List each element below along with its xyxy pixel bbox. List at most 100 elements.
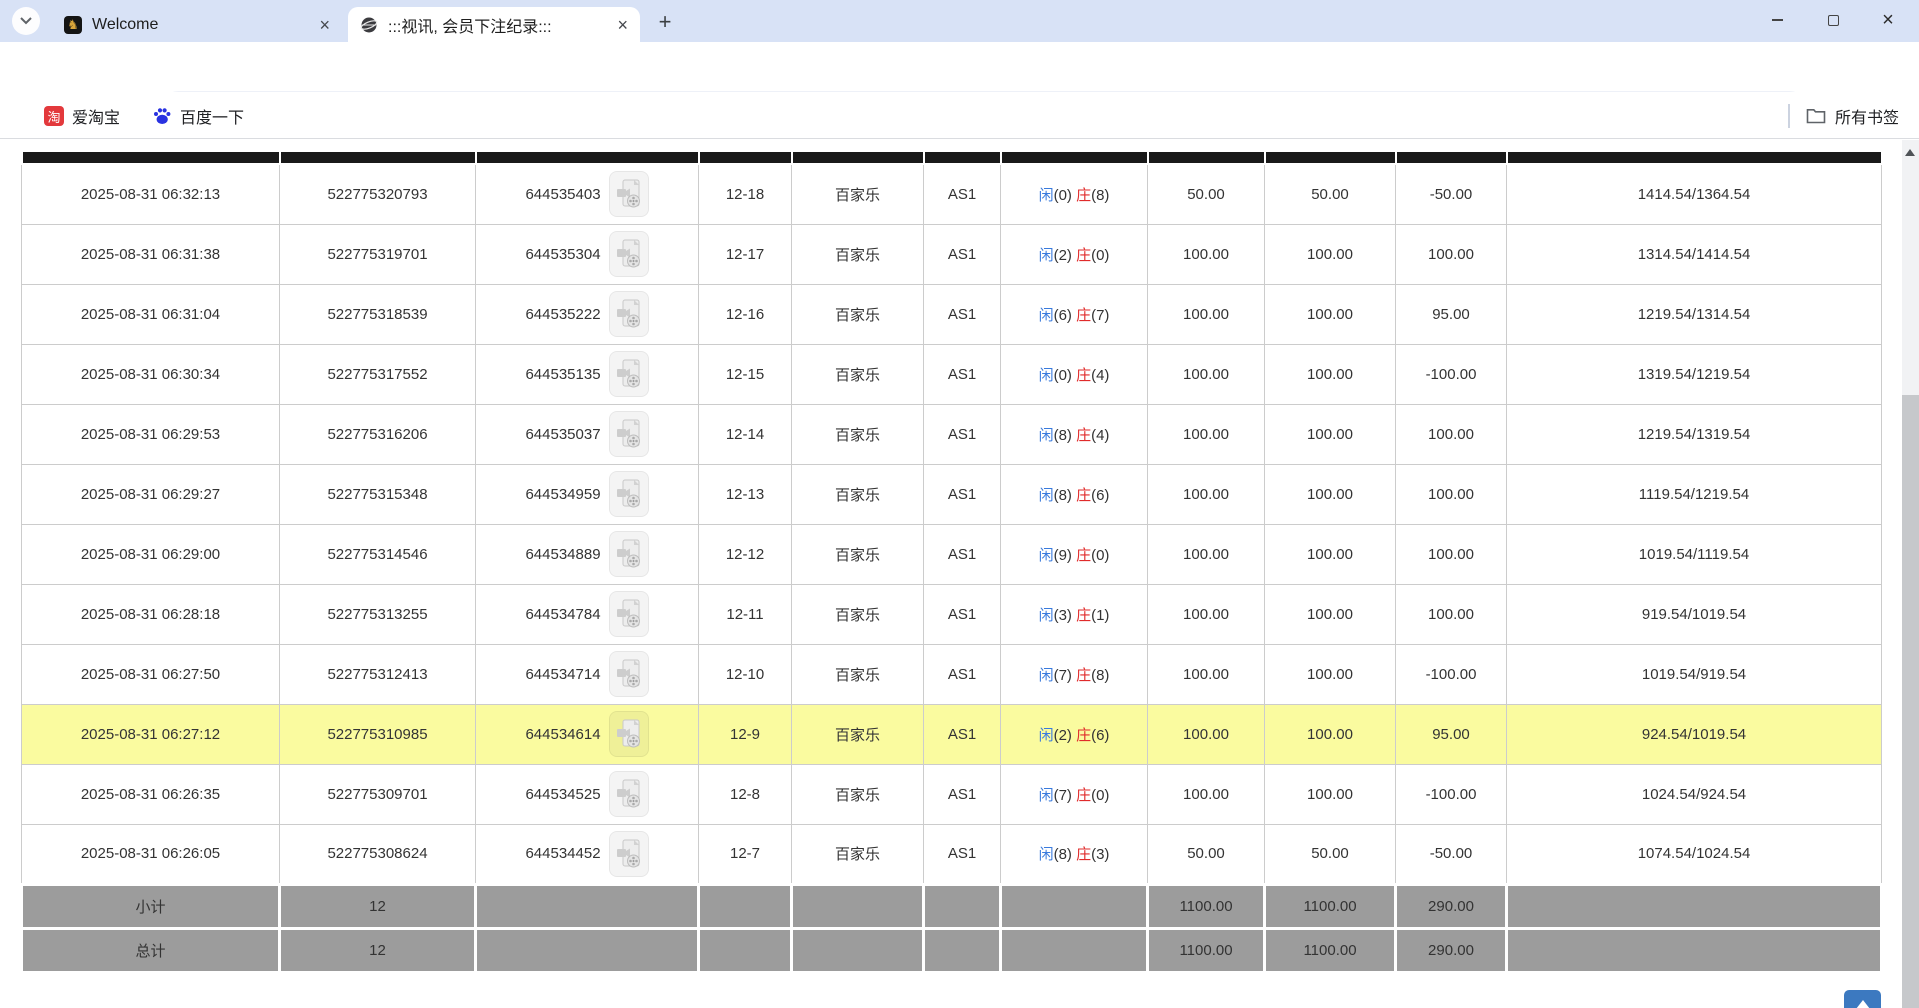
cell-bet-amount[interactable]: 100.00: [1148, 464, 1265, 524]
cell-bet-time[interactable]: 2025-08-31 06:30:34: [22, 344, 280, 404]
tab-search-button[interactable]: [12, 7, 40, 35]
summary-empty[interactable]: [699, 884, 792, 928]
cell-valid-amount[interactable]: 50.00: [1265, 824, 1396, 884]
table-row[interactable]: 2025-08-31 06:31:04522775318539644535222…: [22, 284, 1882, 344]
summary-empty[interactable]: [476, 928, 699, 972]
summary-empty[interactable]: [1001, 884, 1148, 928]
header-cell[interactable]: [699, 151, 792, 164]
cell-game-id[interactable]: 644534784: [476, 584, 699, 644]
summary-empty[interactable]: [792, 928, 924, 972]
cell-game-id[interactable]: 644534714: [476, 644, 699, 704]
summary-bet-total[interactable]: 1100.00: [1148, 928, 1265, 972]
cell-table[interactable]: AS1: [924, 164, 1001, 224]
window-minimize-button[interactable]: [1757, 5, 1797, 35]
cell-bet-amount[interactable]: 100.00: [1148, 404, 1265, 464]
cell-round[interactable]: 12-9: [699, 704, 792, 764]
video-replay-button[interactable]: [609, 231, 649, 277]
cell-game-id[interactable]: 644534525: [476, 764, 699, 824]
cell-win-loss[interactable]: -50.00: [1396, 824, 1507, 884]
summary-empty[interactable]: [476, 884, 699, 928]
summary-label[interactable]: 小计: [22, 884, 280, 928]
table-row[interactable]: 2025-08-31 06:32:13522775320793644535403…: [22, 164, 1882, 224]
cell-round[interactable]: 12-18: [699, 164, 792, 224]
cell-win-loss[interactable]: 95.00: [1396, 284, 1507, 344]
video-replay-button[interactable]: [609, 831, 649, 877]
cell-valid-amount[interactable]: 100.00: [1265, 464, 1396, 524]
cell-result[interactable]: 闲(0) 庄(8): [1001, 164, 1148, 224]
header-cell[interactable]: [1148, 151, 1265, 164]
cell-game-type[interactable]: 百家乐: [792, 284, 924, 344]
scrollbar-up-arrow-icon[interactable]: [1905, 149, 1915, 156]
cell-valid-amount[interactable]: 100.00: [1265, 344, 1396, 404]
all-bookmarks-button[interactable]: 所有书签: [1806, 103, 1899, 129]
cell-win-loss[interactable]: -100.00: [1396, 344, 1507, 404]
cell-bet-time[interactable]: 2025-08-31 06:26:05: [22, 824, 280, 884]
tab-close-icon[interactable]: ×: [319, 16, 330, 34]
summary-winloss-total[interactable]: 290.00: [1396, 884, 1507, 928]
cell-bet-time[interactable]: 2025-08-31 06:31:38: [22, 224, 280, 284]
cell-win-loss[interactable]: 100.00: [1396, 404, 1507, 464]
cell-balance[interactable]: 1019.54/919.54: [1507, 644, 1882, 704]
cell-win-loss[interactable]: 95.00: [1396, 704, 1507, 764]
cell-round[interactable]: 12-12: [699, 524, 792, 584]
video-replay-button[interactable]: [609, 471, 649, 517]
cell-balance[interactable]: 1219.54/1314.54: [1507, 284, 1882, 344]
cell-win-loss[interactable]: 100.00: [1396, 224, 1507, 284]
summary-bet-total[interactable]: 1100.00: [1148, 884, 1265, 928]
summary-winloss-total[interactable]: 290.00: [1396, 928, 1507, 972]
cell-bet-amount[interactable]: 50.00: [1148, 824, 1265, 884]
cell-valid-amount[interactable]: 100.00: [1265, 524, 1396, 584]
cell-bet-id[interactable]: 522775308624: [280, 824, 476, 884]
cell-result[interactable]: 闲(7) 庄(0): [1001, 764, 1148, 824]
table-row[interactable]: 2025-08-31 06:28:18522775313255644534784…: [22, 584, 1882, 644]
summary-empty[interactable]: [924, 928, 1001, 972]
cell-table[interactable]: AS1: [924, 464, 1001, 524]
cell-table[interactable]: AS1: [924, 404, 1001, 464]
cell-bet-amount[interactable]: 100.00: [1148, 764, 1265, 824]
cell-result[interactable]: 闲(3) 庄(1): [1001, 584, 1148, 644]
table-row[interactable]: 2025-08-31 06:29:00522775314546644534889…: [22, 524, 1882, 584]
cell-bet-time[interactable]: 2025-08-31 06:29:27: [22, 464, 280, 524]
video-replay-button[interactable]: [609, 291, 649, 337]
header-cell[interactable]: [22, 151, 280, 164]
summary-valid-total[interactable]: 1100.00: [1265, 884, 1396, 928]
cell-bet-amount[interactable]: 100.00: [1148, 524, 1265, 584]
header-cell[interactable]: [1001, 151, 1148, 164]
video-replay-button[interactable]: [609, 411, 649, 457]
cell-game-type[interactable]: 百家乐: [792, 704, 924, 764]
cell-bet-amount[interactable]: 100.00: [1148, 284, 1265, 344]
cell-balance[interactable]: 1074.54/1024.54: [1507, 824, 1882, 884]
cell-game-id[interactable]: 644535304: [476, 224, 699, 284]
cell-result[interactable]: 闲(7) 庄(8): [1001, 644, 1148, 704]
cell-bet-amount[interactable]: 50.00: [1148, 164, 1265, 224]
cell-win-loss[interactable]: -50.00: [1396, 164, 1507, 224]
summary-empty[interactable]: [1001, 928, 1148, 972]
summary-empty[interactable]: [792, 884, 924, 928]
cell-balance[interactable]: 1024.54/924.54: [1507, 764, 1882, 824]
table-row[interactable]: 2025-08-31 06:29:27522775315348644534959…: [22, 464, 1882, 524]
cell-round[interactable]: 12-11: [699, 584, 792, 644]
header-cell[interactable]: [1396, 151, 1507, 164]
header-cell[interactable]: [1507, 151, 1882, 164]
cell-game-type[interactable]: 百家乐: [792, 224, 924, 284]
cell-game-type[interactable]: 百家乐: [792, 404, 924, 464]
cell-game-type[interactable]: 百家乐: [792, 584, 924, 644]
cell-game-id[interactable]: 644535222: [476, 284, 699, 344]
cell-table[interactable]: AS1: [924, 284, 1001, 344]
video-replay-button[interactable]: [609, 651, 649, 697]
cell-game-type[interactable]: 百家乐: [792, 344, 924, 404]
cell-result[interactable]: 闲(8) 庄(4): [1001, 404, 1148, 464]
cell-bet-id[interactable]: 522775314546: [280, 524, 476, 584]
summary-count[interactable]: 12: [280, 884, 476, 928]
cell-table[interactable]: AS1: [924, 224, 1001, 284]
cell-bet-time[interactable]: 2025-08-31 06:31:04: [22, 284, 280, 344]
video-replay-button[interactable]: [609, 171, 649, 217]
cell-game-type[interactable]: 百家乐: [792, 764, 924, 824]
video-replay-button[interactable]: [609, 771, 649, 817]
cell-win-loss[interactable]: 100.00: [1396, 584, 1507, 644]
cell-result[interactable]: 闲(0) 庄(4): [1001, 344, 1148, 404]
cell-round[interactable]: 12-7: [699, 824, 792, 884]
cell-valid-amount[interactable]: 100.00: [1265, 224, 1396, 284]
cell-balance[interactable]: 1319.54/1219.54: [1507, 344, 1882, 404]
cell-valid-amount[interactable]: 100.00: [1265, 764, 1396, 824]
